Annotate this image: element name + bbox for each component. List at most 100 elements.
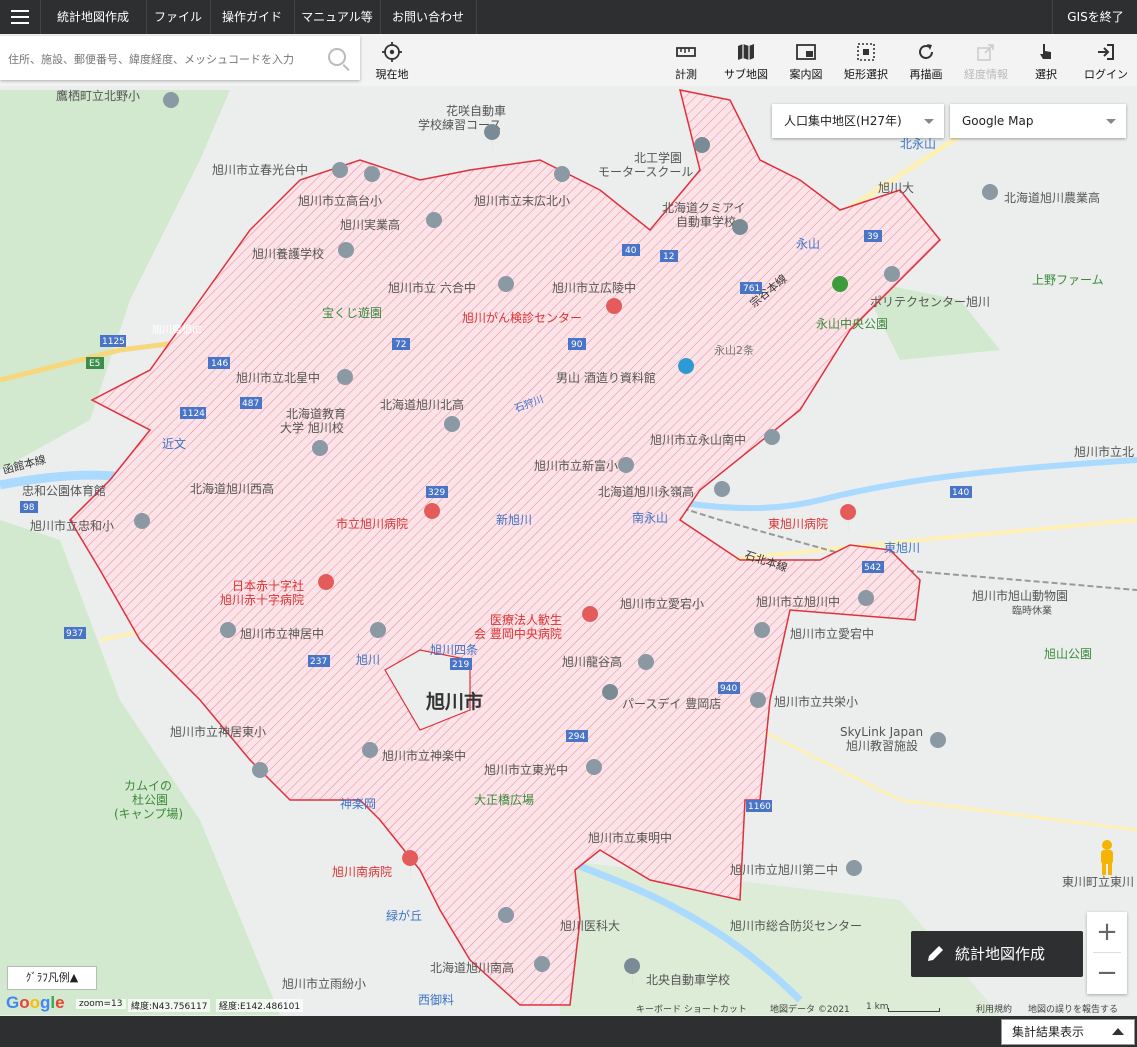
map-label: 北海道旭川西高 xyxy=(190,481,274,496)
aggregation-results-button[interactable]: 集計結果表示 xyxy=(1001,1019,1135,1045)
redraw-button[interactable]: 再描画 xyxy=(898,40,954,84)
road-number: 329 xyxy=(428,488,445,498)
map-label: 北海道教育 xyxy=(286,406,346,421)
hamburger-menu-icon[interactable] xyxy=(0,0,41,34)
layer-dropdown[interactable]: 人口集中地区(H27年) xyxy=(772,104,944,138)
search-input[interactable] xyxy=(6,48,322,70)
map-label: 南永山 xyxy=(632,510,668,525)
map-label: 近文 xyxy=(162,436,186,451)
map-label: 西御料 xyxy=(418,992,454,1007)
map-label: 旭川市立新富小 xyxy=(534,458,618,473)
map-label: 神楽岡 xyxy=(340,797,376,811)
report-error-link[interactable]: 地図の誤りを報告する xyxy=(1028,1002,1118,1015)
map-label: 花咲自動車 xyxy=(446,103,506,118)
map-label: 新旭川 xyxy=(496,512,532,527)
disabled-tool-button: 経度情報 xyxy=(958,40,1014,84)
map-label: 北海道旭川永嶺高 xyxy=(598,484,694,499)
map-svg[interactable]: 鷹栖町立北野小 花咲自動車 学校練習コース 旭川市立春光台中 旭川市立高台小 旭… xyxy=(0,86,1137,1016)
rect-select-button[interactable]: 矩形選択 xyxy=(838,40,894,84)
map-canvas[interactable]: 鷹栖町立北野小 花咲自動車 学校練習コース 旭川市立春光台中 旭川市立高台小 旭… xyxy=(0,86,1137,1016)
map-label: 旭川市立北 xyxy=(1074,444,1134,459)
road-number: E5 xyxy=(89,359,100,369)
menu-file[interactable]: ファイル xyxy=(146,0,211,34)
sub-map-button[interactable]: サブ地図 xyxy=(718,40,774,84)
map-label: 旭川医科大 xyxy=(560,919,620,933)
zoom-control: + − xyxy=(1087,912,1127,994)
disabled-tool-label: 経度情報 xyxy=(964,68,1008,81)
road-number: 1160 xyxy=(748,802,771,812)
map-label: 永山中央公園 xyxy=(816,316,888,331)
map-label: 緑が丘 xyxy=(386,908,422,923)
guide-map-button[interactable]: 案内図 xyxy=(778,40,834,84)
road-number: 98 xyxy=(23,503,35,513)
map-label: SkyLink Japan xyxy=(840,725,923,739)
map-icon xyxy=(738,44,754,60)
map-label: 旭山公園 xyxy=(1044,647,1092,661)
map-label: 旭川市立旭川中 xyxy=(756,594,840,609)
terms-link[interactable]: 利用規約 xyxy=(976,1002,1012,1015)
chevron-down-icon xyxy=(924,119,934,124)
road-number: 146 xyxy=(211,359,228,369)
road-number: 487 xyxy=(242,399,259,409)
select-button[interactable]: 選択 xyxy=(1018,40,1074,84)
sub-map-label: サブ地図 xyxy=(724,68,768,81)
map-label: (キャンプ場) xyxy=(114,807,183,821)
road-number: 542 xyxy=(864,563,881,573)
map-label: 旭川鷹栖IC xyxy=(152,323,202,336)
map-label: 旭川南病院 xyxy=(332,864,392,879)
map-label: 旭川市総合防災センター xyxy=(730,918,862,933)
longitude-readout: 経度:E142.486101 xyxy=(216,999,304,1012)
map-label: 北海道旭川農業高 xyxy=(1004,190,1100,205)
scale-label: 1 km xyxy=(866,1002,889,1012)
menu-guide[interactable]: 操作ガイド xyxy=(210,0,295,34)
search-box xyxy=(0,36,360,80)
map-label: 男山 酒造り資料館 xyxy=(556,370,656,385)
latitude-readout: 緯度:N43.756117 xyxy=(128,999,211,1012)
map-label: 自動車学校 xyxy=(676,214,736,229)
road-number: 237 xyxy=(310,657,327,667)
map-label: 旭川市立愛宕中 xyxy=(790,626,874,641)
current-location-button[interactable]: 現在地 xyxy=(364,40,420,84)
map-label: 北海道クミアイ xyxy=(662,200,745,215)
basemap-dropdown[interactable]: Google Map xyxy=(950,104,1126,138)
map-data-attribution: 地図データ ©2021 xyxy=(770,1005,850,1015)
bottom-bar xyxy=(0,1016,1137,1047)
map-label: 杜公園 xyxy=(132,792,168,807)
map-label: 旭川市立東明中 xyxy=(588,830,672,845)
search-icon[interactable] xyxy=(328,48,346,66)
zoom-out-button[interactable]: − xyxy=(1087,953,1127,993)
map-label: 鷹栖町立北野小 xyxy=(56,88,140,103)
login-button[interactable]: ログイン xyxy=(1078,40,1134,84)
map-label: 旭川大 xyxy=(878,181,914,195)
menu-manual[interactable]: マニュアル等 xyxy=(294,0,381,34)
current-location-label: 現在地 xyxy=(375,68,409,81)
road-number: 761 xyxy=(743,284,760,294)
menu-contact[interactable]: お問い合わせ xyxy=(380,0,477,34)
measure-button[interactable]: 計測 xyxy=(658,40,714,84)
road-number: 40 xyxy=(625,246,637,256)
road-number: 937 xyxy=(66,629,83,639)
pencil-icon xyxy=(928,946,943,961)
menu-statistics-map[interactable]: 統計地図作成 xyxy=(40,0,147,34)
map-label: 旭川市立神楽中 xyxy=(382,748,466,763)
map-label: 旭川市立広陵中 xyxy=(552,280,636,295)
refresh-icon xyxy=(919,44,933,59)
map-label: 旭川市立 六合中 xyxy=(388,280,476,295)
map-label: 旭川教習施設 xyxy=(846,738,918,753)
map-label: 北永山 xyxy=(900,137,936,151)
map-label: 旭川養護学校 xyxy=(252,246,324,261)
road-number: 219 xyxy=(452,660,469,670)
road-number: 39 xyxy=(867,232,879,242)
city-label: 旭川市 xyxy=(425,690,483,713)
zoom-in-button[interactable]: + xyxy=(1087,912,1127,952)
road-number: 140 xyxy=(952,488,969,498)
top-menu-bar: 統計地図作成 ファイル 操作ガイド マニュアル等 お問い合わせ GISを終了 xyxy=(0,0,1137,34)
exit-gis-button[interactable]: GISを終了 xyxy=(1052,0,1137,34)
street-view-pegman-icon[interactable] xyxy=(1094,838,1120,878)
graph-legend-button[interactable]: ｸﾞﾗﾌ凡例▲ xyxy=(7,966,97,990)
guide-map-label: 案内図 xyxy=(789,68,823,81)
create-statistics-map-button[interactable]: 統計地図作成 xyxy=(911,931,1083,977)
map-label: 北海道旭川北高 xyxy=(380,397,464,412)
map-label: 旭川市立永山南中 xyxy=(650,432,746,447)
keyboard-shortcuts-link[interactable]: キーボード ショートカット xyxy=(636,1002,747,1015)
